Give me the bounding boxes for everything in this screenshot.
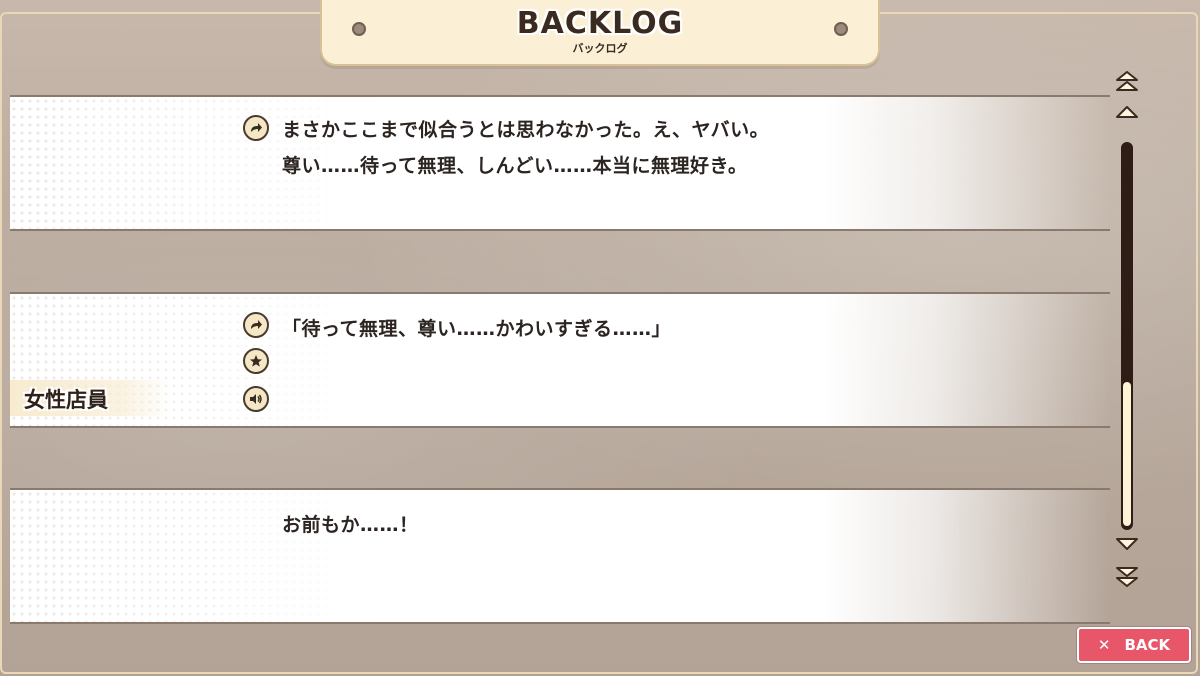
- title-plate: BACKLOG バックログ: [320, 0, 880, 66]
- dialogue-line: 尊い……待って無理、しんどい……本当に無理好き。: [282, 155, 748, 177]
- double-chevron-down-icon[interactable]: [1112, 566, 1142, 587]
- dialogue-line: お前もか……！: [282, 514, 419, 536]
- star-icon[interactable]: [243, 348, 269, 374]
- jump-icon[interactable]: [243, 312, 269, 338]
- backlog-entry-2: 「待って無理、尊い……かわいすぎる……」: [10, 292, 1110, 428]
- dialogue-line: まさかここまで似合うとは思わなかった。え、ヤバい。: [282, 119, 770, 141]
- jump-icon[interactable]: [243, 115, 269, 141]
- backlog-entry-1: まさかここまで似合うとは思わなかった。え、ヤバい。 尊い……待って無理、しんどい…: [10, 95, 1110, 231]
- close-icon: ✕: [1097, 636, 1111, 654]
- speaker-name-label: 女性店員: [24, 388, 108, 412]
- chevron-down-icon[interactable]: [1112, 536, 1142, 556]
- back-button-label: BACK: [1124, 636, 1171, 654]
- rivet-right: [834, 22, 848, 36]
- speaker-name: 女性店員: [10, 380, 170, 416]
- dialogue-line: 「待って無理、尊い……かわいすぎる……」: [282, 318, 672, 340]
- scrollbar[interactable]: [1112, 68, 1142, 598]
- speaker-icon[interactable]: [243, 386, 269, 412]
- backlog-entry-3: お前もか……！: [10, 488, 1110, 624]
- chevron-up-icon[interactable]: [1112, 104, 1142, 124]
- back-button[interactable]: ✕ BACK: [1077, 627, 1191, 663]
- page-title: BACKLOG: [516, 6, 684, 41]
- page-subtitle: バックログ: [572, 42, 628, 55]
- scroll-thumb[interactable]: [1121, 380, 1133, 528]
- double-chevron-up-icon[interactable]: [1112, 70, 1142, 91]
